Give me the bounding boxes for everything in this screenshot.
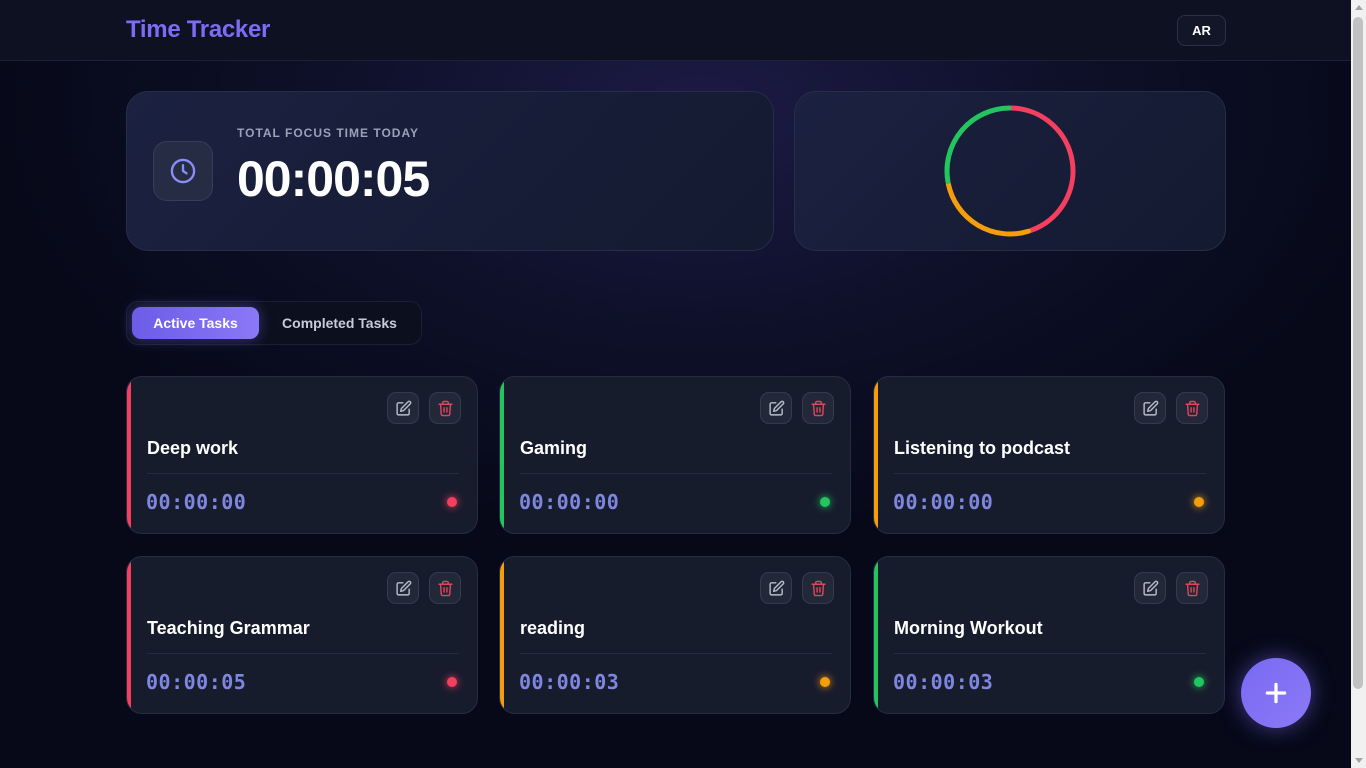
- trash-icon: [1184, 580, 1201, 597]
- edit-icon: [768, 400, 785, 417]
- task-timer: 00:00:03: [519, 670, 620, 694]
- trash-icon: [810, 400, 827, 417]
- task-status-dot: [447, 497, 457, 507]
- add-task-button[interactable]: [1241, 658, 1311, 728]
- task-name: Morning Workout: [894, 618, 1043, 638]
- task-color-bar: [874, 377, 878, 533]
- edit-icon: [395, 400, 412, 417]
- task-timer: 00:00:00: [519, 490, 620, 514]
- edit-icon: [395, 580, 412, 597]
- edit-task-button[interactable]: [760, 392, 792, 424]
- task-name: Teaching Grammar: [147, 618, 310, 638]
- task-timer: 00:00:00: [893, 490, 994, 514]
- task-color-bar: [127, 557, 131, 713]
- edit-task-button[interactable]: [387, 392, 419, 424]
- task-divider: [894, 473, 1206, 474]
- tab-active-tasks[interactable]: Active Tasks: [132, 307, 259, 339]
- task-divider: [520, 653, 832, 654]
- task-card[interactable]: Morning Workout 00:00:03: [873, 556, 1225, 714]
- edit-icon: [768, 580, 785, 597]
- delete-task-button[interactable]: [1176, 392, 1208, 424]
- task-name: Listening to podcast: [894, 438, 1071, 458]
- task-card[interactable]: reading 00:00:03: [499, 556, 851, 714]
- donut-segment: [944, 105, 1012, 185]
- task-timer: 00:00:05: [146, 670, 247, 694]
- tab-completed-tasks[interactable]: Completed Tasks: [267, 307, 412, 339]
- app-title: Time Tracker: [126, 16, 271, 43]
- scroll-down-arrow-icon[interactable]: [1355, 758, 1363, 763]
- focus-time-value: 00:00:05: [237, 151, 430, 207]
- delete-task-button[interactable]: [429, 572, 461, 604]
- edit-icon: [1142, 400, 1159, 417]
- clock-icon: [153, 141, 213, 201]
- task-name: Gaming: [520, 438, 588, 458]
- task-divider: [894, 653, 1206, 654]
- task-status-dot: [820, 497, 830, 507]
- task-color-bar: [500, 557, 504, 713]
- delete-task-button[interactable]: [429, 392, 461, 424]
- task-divider: [520, 473, 832, 474]
- edit-task-button[interactable]: [760, 572, 792, 604]
- task-color-bar: [500, 377, 504, 533]
- trash-icon: [810, 580, 827, 597]
- trash-icon: [1184, 400, 1201, 417]
- plus-icon: [1265, 682, 1287, 704]
- scroll-thumb[interactable]: [1353, 17, 1363, 689]
- time-distribution-donut-chart: [944, 105, 1076, 237]
- delete-task-button[interactable]: [802, 572, 834, 604]
- task-name: reading: [520, 618, 586, 638]
- avatar-button[interactable]: AR: [1177, 15, 1226, 46]
- delete-task-button[interactable]: [802, 392, 834, 424]
- task-card[interactable]: Listening to podcast 00:00:00: [873, 376, 1225, 534]
- task-divider: [147, 473, 459, 474]
- task-color-bar: [874, 557, 878, 713]
- task-status-dot: [820, 677, 830, 687]
- donut-segment: [945, 181, 1031, 237]
- task-status-dot: [1194, 497, 1204, 507]
- task-card[interactable]: Gaming 00:00:00: [499, 376, 851, 534]
- total-focus-card: TOTAL FOCUS TIME TODAY 00:00:05: [126, 91, 774, 251]
- scroll-up-arrow-icon[interactable]: [1355, 5, 1363, 10]
- task-color-bar: [127, 377, 131, 533]
- task-status-dot: [1194, 677, 1204, 687]
- task-tabs: Active Tasks Completed Tasks: [126, 301, 422, 345]
- task-card[interactable]: Teaching Grammar 00:00:05: [126, 556, 478, 714]
- edit-task-button[interactable]: [1134, 392, 1166, 424]
- delete-task-button[interactable]: [1176, 572, 1208, 604]
- task-divider: [147, 653, 459, 654]
- edit-icon: [1142, 580, 1159, 597]
- trash-icon: [437, 400, 454, 417]
- task-timer: 00:00:03: [893, 670, 994, 694]
- task-card[interactable]: Deep work 00:00:00: [126, 376, 478, 534]
- time-distribution-card: [794, 91, 1226, 251]
- donut-segment: [1008, 105, 1076, 234]
- trash-icon: [437, 580, 454, 597]
- app-header: Time Tracker AR: [0, 0, 1351, 61]
- focus-time-label: TOTAL FOCUS TIME TODAY: [237, 126, 420, 140]
- edit-task-button[interactable]: [387, 572, 419, 604]
- task-timer: 00:00:00: [146, 490, 247, 514]
- edit-task-button[interactable]: [1134, 572, 1166, 604]
- task-name: Deep work: [147, 438, 239, 458]
- page-scrollbar[interactable]: [1351, 0, 1366, 768]
- task-status-dot: [447, 677, 457, 687]
